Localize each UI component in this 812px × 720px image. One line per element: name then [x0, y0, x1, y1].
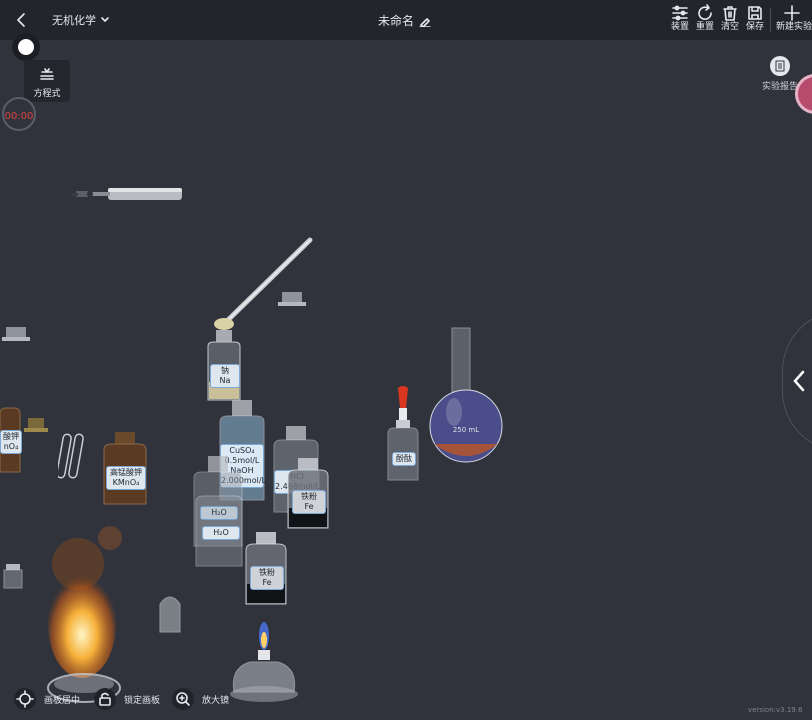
bottle-fe-1-formula: Fe [304, 502, 314, 511]
edit-icon [419, 17, 431, 27]
lamp-cap[interactable] [2, 564, 24, 590]
spatula[interactable] [212, 234, 316, 332]
magnifier-label: 放大镜 [202, 695, 230, 706]
bottle-na-formula: Na [219, 376, 231, 385]
top-bar: 无机化学 未命名 装置 重置 清空 保存 新建实验 [0, 0, 812, 40]
round-bottom-flask[interactable]: 250 mL [428, 326, 508, 468]
bottle-kmno4-partial-name: 酸钾 [3, 432, 19, 441]
bottle-fe-1[interactable]: 铁粉 Fe [286, 458, 330, 530]
clear-label: 清空 [720, 22, 739, 32]
subject-label: 无机化学 [52, 14, 96, 27]
chevron-left-icon [793, 370, 805, 392]
center-canvas-button[interactable]: 画板居中 [14, 688, 80, 710]
dropper-tool[interactable] [72, 186, 184, 204]
device-button[interactable]: 装置 [667, 4, 693, 38]
sliders-icon [672, 5, 688, 21]
burning-dish[interactable] [38, 520, 128, 706]
lock-icon [94, 688, 116, 710]
bottle-phenolphthalein[interactable]: 酚酞 [386, 386, 420, 482]
equation-label: 方程式 [33, 89, 61, 99]
bottle-fe-2-formula: Fe [262, 578, 272, 587]
new-experiment-label: 新建实验 [776, 22, 812, 32]
alcohol-lamp[interactable] [226, 616, 302, 706]
bottle-fe-2[interactable]: 铁粉 Fe [244, 532, 288, 606]
subject-selector[interactable]: 无机化学 [52, 12, 110, 28]
report-label: 实验报告 [761, 82, 798, 92]
chevron-down-icon [101, 17, 109, 22]
bottle-fe-1-name: 铁粉 [301, 492, 317, 501]
bottle-na-name: 钠 [221, 366, 229, 375]
zoom-in-icon [172, 688, 194, 710]
bottle-na[interactable]: 钠 Na [202, 330, 246, 402]
refresh-icon [698, 4, 712, 20]
bottle-h2o[interactable]: H₂O H₂O [192, 456, 244, 568]
timer-text: 00:00 [4, 111, 34, 122]
report-icon [770, 56, 790, 76]
side-panel-toggle[interactable] [782, 310, 812, 452]
bottle-h2o-formula: H₂O [213, 528, 229, 537]
toggle-knob [18, 39, 34, 55]
magnifier-button[interactable]: 放大镜 [172, 688, 229, 710]
device-label: 装置 [670, 22, 689, 32]
bottle-kmno4-name: 高锰酸钾 [110, 468, 142, 477]
bottle-phenolphthalein-label: 酚酞 [396, 454, 412, 463]
chevron-left-icon [17, 13, 25, 27]
bottle-kmno4-formula: KMnO₄ [112, 478, 140, 487]
toggle-switch[interactable] [12, 33, 40, 61]
bottle-lid[interactable] [24, 418, 48, 434]
test-tubes[interactable] [56, 432, 86, 482]
bottle-lid[interactable] [278, 292, 306, 308]
crosshair-icon [14, 688, 36, 710]
bottle-fe-2-name: 铁粉 [259, 568, 275, 577]
equation-icon [40, 68, 54, 80]
new-experiment-button[interactable]: 新建实验 [776, 4, 812, 38]
version-text: version:v3.19.6 [748, 706, 803, 714]
bottle-h2o-faded: H₂O [211, 508, 227, 517]
lock-canvas-button[interactable]: 锁定画板 [94, 688, 160, 710]
bottle-kmno4-partial[interactable]: 酸钾 nO₄ [0, 398, 22, 474]
bell-jar[interactable] [156, 592, 184, 634]
trash-icon [723, 6, 737, 21]
save-label: 保存 [745, 22, 764, 32]
lock-canvas-label: 锁定画板 [124, 695, 161, 706]
bottle-lid[interactable] [2, 327, 30, 343]
save-icon [748, 6, 762, 20]
bottle-kmno4[interactable]: 高锰酸钾 KMnO₄ [102, 432, 148, 506]
report-button[interactable]: 实验报告 [760, 56, 800, 94]
reset-button[interactable]: 重置 [692, 4, 718, 38]
timer[interactable]: 00:00 [2, 97, 36, 131]
bottle-naoh-line1: CuSO₄ [229, 446, 255, 455]
bottle-kmno4-partial-formula: nO₄ [3, 442, 19, 451]
doc-title[interactable]: 未命名 [378, 12, 431, 29]
clear-button[interactable]: 清空 [717, 4, 743, 38]
save-button[interactable]: 保存 [742, 4, 768, 38]
center-canvas-label: 画板居中 [44, 695, 81, 706]
plus-icon [784, 5, 800, 21]
equation-panel-button[interactable]: 方程式 [24, 60, 70, 102]
reset-label: 重置 [695, 22, 714, 32]
doc-title-text: 未命名 [378, 14, 415, 28]
back-button[interactable] [12, 10, 32, 30]
toolbar-divider [770, 8, 771, 32]
flask-volume-label: 250 mL [452, 426, 480, 434]
